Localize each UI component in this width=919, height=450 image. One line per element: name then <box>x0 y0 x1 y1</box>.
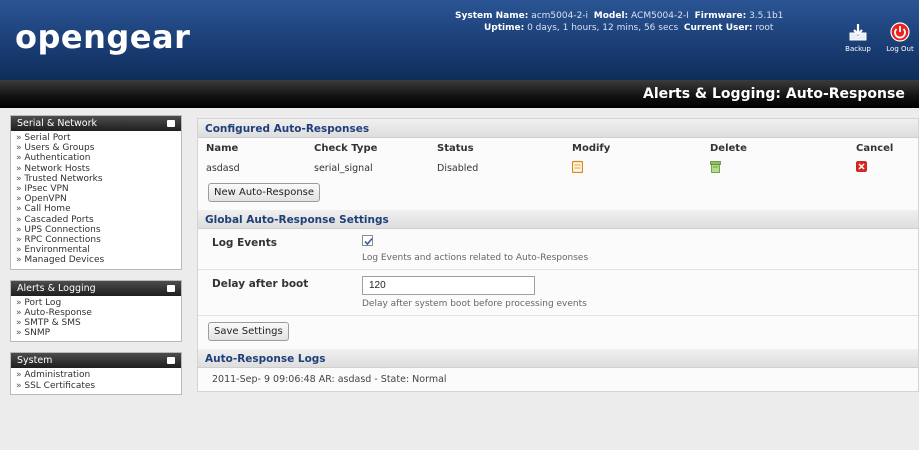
log-line: 2011-Sep- 9 09:06:48 AR: asdasd - State:… <box>212 374 447 385</box>
col-modify: Modify <box>572 142 611 154</box>
modify-cell <box>564 158 702 178</box>
current-user-label: Current User: <box>683 23 753 33</box>
backup-icon <box>849 24 867 41</box>
power-icon <box>890 22 910 42</box>
system-name-value: acm5004-2-i <box>531 11 589 21</box>
sidebar-section-title: System <box>17 355 53 367</box>
log-events-setting: Log Events Log Events and actions relate… <box>198 229 918 270</box>
collapse-icon[interactable] <box>167 120 175 127</box>
col-delete: Delete <box>710 142 747 154</box>
model-value: ACM5004-2-I <box>631 11 689 21</box>
sidebar-item-cascaded-ports[interactable]: Cascaded Ports <box>16 215 176 225</box>
cancel-cell <box>848 158 918 178</box>
settings-panel: Configured Auto-Responses Name Check Typ… <box>197 118 919 392</box>
sidebar-section-header[interactable]: Alerts & Logging <box>11 280 181 296</box>
log-events-description: Log Events and actions related to Auto-R… <box>362 253 589 263</box>
sidebar-item-network-hosts[interactable]: Network Hosts <box>16 164 176 174</box>
uptime-label: Uptime: <box>484 23 525 33</box>
current-user-value: root <box>755 23 774 33</box>
sidebar-item-rpc-connections[interactable]: RPC Connections <box>16 235 176 245</box>
sidebar-item-ipsec-vpn[interactable]: IPsec VPN <box>16 184 176 194</box>
sidebar-item-environmental[interactable]: Environmental <box>16 245 176 255</box>
cancel-icon[interactable] <box>856 161 867 172</box>
sidebar-section-title: Alerts & Logging <box>17 282 96 294</box>
global-settings-section: Log Events Log Events and actions relate… <box>198 229 918 349</box>
sidebar-item-call-home[interactable]: Call Home <box>16 204 176 214</box>
firmware-label: Firmware: <box>694 11 747 21</box>
configured-responses-section: Name Check Type Status Modify Delete Can… <box>198 138 918 210</box>
log-events-checkbox[interactable] <box>362 235 373 246</box>
logout-label: Log Out <box>886 45 914 53</box>
row-status: Disabled <box>437 162 479 174</box>
main-content: Configured Auto-Responses Name Check Typ… <box>197 118 919 392</box>
sidebar-item-ssl-certificates[interactable]: SSL Certificates <box>16 381 176 391</box>
sidebar-item-serial-port[interactable]: Serial Port <box>16 133 176 143</box>
sidebar-item-ups-connections[interactable]: UPS Connections <box>16 225 176 235</box>
delay-after-boot-input[interactable] <box>362 276 535 295</box>
global-settings-title: Global Auto-Response Settings <box>198 210 918 229</box>
col-name: Name <box>206 142 239 154</box>
auto-response-logs-title: Auto-Response Logs <box>198 349 918 368</box>
sidebar-section-title: Serial & Network <box>17 118 97 129</box>
delay-after-boot-label: Delay after boot <box>212 278 309 290</box>
title-bar: Alerts & Logging: Auto-Response <box>0 80 919 108</box>
system-info: System Name: acm5004-2-i Model: ACM5004-… <box>455 10 783 34</box>
checkmark-icon <box>364 237 373 246</box>
sidebar-item-smtp-sms[interactable]: SMTP & SMS <box>16 318 176 328</box>
backup-label: Backup <box>845 45 871 53</box>
collapse-icon[interactable] <box>167 357 175 365</box>
delay-after-boot-setting: Delay after boot Delay after system boot… <box>198 270 918 316</box>
sidebar-section-header[interactable]: System <box>11 353 181 369</box>
col-cancel: Cancel <box>856 142 894 154</box>
sidebar-item-authentication[interactable]: Authentication <box>16 153 176 163</box>
sidebar: Serial & Network Serial Port Users & Gro… <box>10 115 182 405</box>
table-header-row: Name Check Type Status Modify Delete Can… <box>198 138 918 158</box>
sidebar-section-alerts-logging: Alerts & Logging Port Log Auto-Response … <box>10 279 182 343</box>
sidebar-item-openvpn[interactable]: OpenVPN <box>16 194 176 204</box>
responses-table: Name Check Type Status Modify Delete Can… <box>198 138 918 178</box>
system-name-label: System Name: <box>455 11 529 21</box>
sidebar-item-trusted-networks[interactable]: Trusted Networks <box>16 174 176 184</box>
sidebar-item-auto-response[interactable]: Auto-Response <box>16 308 176 318</box>
uptime-value: 0 days, 1 hours, 12 mins, 56 secs <box>527 23 679 33</box>
model-label: Model: <box>593 11 629 21</box>
backup-button[interactable]: Backup <box>843 22 873 53</box>
edit-icon[interactable] <box>571 160 584 174</box>
new-auto-response-button[interactable]: New Auto-Response <box>208 183 321 202</box>
sidebar-item-administration[interactable]: Administration <box>16 370 176 380</box>
sidebar-section-system: System Administration SSL Certificates <box>10 352 182 395</box>
configured-responses-title: Configured Auto-Responses <box>198 119 918 138</box>
firmware-value: 3.5.1b1 <box>749 11 784 21</box>
row-name: asdasd <box>206 162 240 174</box>
collapse-icon[interactable] <box>167 284 175 292</box>
sidebar-section-header[interactable]: Serial & Network <box>11 116 181 131</box>
table-row: asdasd serial_signal Disabled <box>198 158 918 178</box>
sidebar-item-users-groups[interactable]: Users & Groups <box>16 143 176 153</box>
row-check-type: serial_signal <box>314 162 373 174</box>
sidebar-section-serial-network: Serial & Network Serial Port Users & Gro… <box>10 115 182 270</box>
col-status: Status <box>437 142 474 154</box>
app-header: opengear System Name: acm5004-2-i Model:… <box>0 0 919 80</box>
delay-after-boot-description: Delay after system boot before processin… <box>362 299 587 309</box>
sidebar-item-snmp[interactable]: SNMP <box>16 328 176 338</box>
opengear-logo: opengear <box>15 18 191 56</box>
auto-response-logs-section: 2011-Sep- 9 09:06:48 AR: asdasd - State:… <box>198 368 918 391</box>
page-title: Alerts & Logging: Auto-Response <box>643 86 905 102</box>
log-events-label: Log Events <box>212 237 277 249</box>
delete-cell <box>702 158 848 178</box>
delete-icon[interactable] <box>710 160 721 173</box>
col-check-type: Check Type <box>314 142 378 154</box>
logout-button[interactable]: Log Out <box>880 22 919 53</box>
sidebar-item-port-log[interactable]: Port Log <box>16 298 176 308</box>
sidebar-item-managed-devices[interactable]: Managed Devices <box>16 255 176 265</box>
save-settings-button[interactable]: Save Settings <box>208 322 289 341</box>
